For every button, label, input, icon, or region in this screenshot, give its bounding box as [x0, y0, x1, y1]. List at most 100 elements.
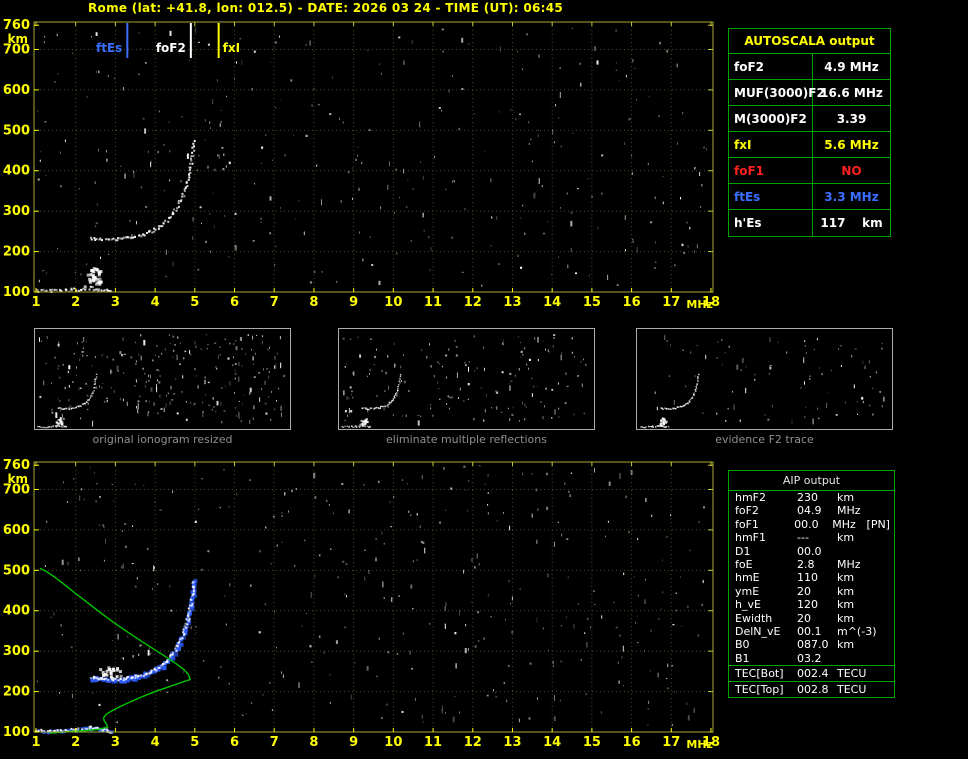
svg-text:4: 4	[151, 295, 160, 310]
aip-row-label: foF2	[735, 504, 759, 518]
autoscala-row-label: ftEs	[729, 184, 813, 209]
svg-text:400: 400	[3, 164, 30, 179]
aip-row-B1: B1 03.2	[729, 652, 894, 665]
aip-row-TEC[Bot]: TEC[Bot] 002.4 TECU	[729, 665, 894, 681]
aip-row-extra	[873, 652, 894, 665]
aip-row-value: 120	[797, 598, 818, 612]
svg-text:8: 8	[309, 735, 318, 750]
svg-text:3: 3	[111, 735, 120, 750]
svg-text:760: 760	[3, 458, 30, 473]
autoscala-row-M(3000)F2: M(3000)F2 3.39	[729, 106, 890, 132]
autoscala-rows: foF2 4.9 MHz MUF(3000)F2 16.6 MHz M(3000)F2 3…	[729, 54, 890, 236]
aip-row-ymE: ymE 20 km	[729, 585, 894, 598]
svg-text:ftEs: ftEs	[96, 41, 122, 55]
aip-row-hmF2: hmF2 230 km	[729, 491, 894, 504]
aip-row-extra: [PN]	[866, 517, 890, 531]
svg-text:7: 7	[270, 295, 279, 310]
svg-text:17: 17	[662, 295, 680, 310]
aip-row-value: 002.4	[797, 667, 829, 681]
aip-row-value: 110	[797, 571, 818, 585]
svg-text:9: 9	[349, 295, 358, 310]
aip-row-extra	[873, 625, 894, 638]
aip-row-unit: m^(-3)	[837, 624, 877, 638]
aip-row-label: foE	[735, 557, 753, 571]
aip-row-D1: D1 00.0	[729, 545, 894, 558]
thumbnail-original-ionogram	[34, 328, 291, 430]
svg-text:11: 11	[424, 735, 442, 750]
ionogram-top-plot: 1 2 3 4 5 6 7 8 9 10 11 12 13 14 15 16 17 18 MHz 760 700 600 5…	[0, 14, 724, 312]
aip-row-value: 00.0	[794, 517, 819, 531]
aip-row-hmF1: hmF1 --- km	[729, 531, 894, 544]
svg-text:km: km	[8, 472, 28, 486]
svg-text:500: 500	[3, 123, 30, 138]
aip-row-unit: km	[837, 571, 855, 585]
aip-row-unit	[837, 545, 873, 558]
aip-row-label: h_vE	[735, 598, 761, 612]
autoscala-row-value: 4.9 MHz	[824, 60, 879, 74]
aip-row-label: hmE	[735, 571, 760, 585]
aip-row-foF2: foF2 04.9 MHz	[729, 504, 894, 517]
svg-text:16: 16	[623, 295, 641, 310]
aip-row-value: 00.1	[797, 624, 822, 638]
svg-text:100: 100	[3, 725, 30, 740]
aip-row-label: hmF2	[735, 491, 767, 504]
svg-text:15: 15	[583, 295, 601, 310]
aip-row-h_vE: h_vE 120 km	[729, 598, 894, 611]
aip-row-foF1: foF1 00.0 MHz [PN]	[729, 518, 894, 531]
aip-row-extra	[873, 491, 894, 504]
aip-row-DelN_vE: DelN_vE 00.1 m^(-3)	[729, 625, 894, 638]
svg-text:600: 600	[3, 523, 30, 538]
svg-text:km: km	[8, 32, 28, 46]
svg-text:12: 12	[464, 735, 482, 750]
svg-text:17: 17	[662, 735, 680, 750]
svg-text:10: 10	[384, 735, 402, 750]
svg-text:13: 13	[503, 735, 521, 750]
aip-row-extra	[873, 598, 894, 611]
aip-row-label: hmF1	[735, 531, 767, 545]
aip-row-Ewidth: Ewidth 20 km	[729, 612, 894, 625]
aip-row-B0: B0 087.0 km	[729, 638, 894, 651]
svg-text:12: 12	[464, 295, 482, 310]
svg-text:MHz: MHz	[686, 738, 713, 751]
aip-row-extra	[873, 504, 894, 517]
svg-text:300: 300	[3, 204, 30, 219]
autoscala-row-label: fxI	[729, 132, 813, 157]
autoscala-row-MUF(3000)F2: MUF(3000)F2 16.6 MHz	[729, 80, 890, 106]
svg-text:2: 2	[71, 735, 80, 750]
svg-text:400: 400	[3, 604, 30, 619]
autoscala-row-foF1: foF1 NO	[729, 158, 890, 184]
aip-row-extra	[873, 638, 894, 651]
thumbnail-caption-reflections: eliminate multiple reflections	[386, 433, 547, 446]
autoscala-panel-title: AUTOSCALA output	[729, 29, 890, 54]
svg-text:6: 6	[230, 735, 239, 750]
svg-text:MHz: MHz	[686, 298, 713, 311]
aip-row-value: 20	[797, 611, 811, 625]
aip-row-label: DelN_vE	[735, 624, 781, 638]
svg-text:760: 760	[3, 18, 30, 33]
aip-row-unit: km	[837, 531, 855, 545]
aip-row-extra	[873, 571, 894, 584]
svg-text:7: 7	[270, 735, 279, 750]
aip-row-extra	[873, 682, 894, 697]
autoscala-row-value: 16.6 MHz	[820, 86, 883, 100]
aip-row-label: B1	[735, 651, 750, 665]
aip-row-extra	[873, 585, 894, 598]
autoscala-row-label: M(3000)F2	[729, 106, 813, 131]
aip-row-unit: km	[837, 611, 855, 625]
aip-row-unit: MHz	[837, 504, 861, 518]
aip-row-unit: km	[837, 491, 855, 504]
aip-output-panel: AIP output hmF2 230 km foF2 04.9 MHz foF1 00.0 M…	[728, 470, 895, 699]
aip-row-extra	[873, 558, 894, 571]
thumbnail-evidence-f2-trace	[636, 328, 893, 430]
svg-text:8: 8	[309, 295, 318, 310]
svg-text:200: 200	[3, 245, 30, 260]
svg-text:11: 11	[424, 295, 442, 310]
autoscala-row-value: 117 km	[820, 216, 883, 230]
aip-row-unit	[837, 652, 873, 665]
autoscala-row-label: foF2	[729, 54, 813, 79]
autoscala-row-value: NO	[841, 164, 862, 178]
aip-row-label: Ewidth	[735, 611, 773, 625]
aip-row-unit: km	[837, 638, 855, 652]
svg-text:15: 15	[583, 735, 601, 750]
aip-tec-rows: TEC[Bot] 002.4 TECU TEC[Top] 002.8 TECU	[729, 665, 894, 697]
